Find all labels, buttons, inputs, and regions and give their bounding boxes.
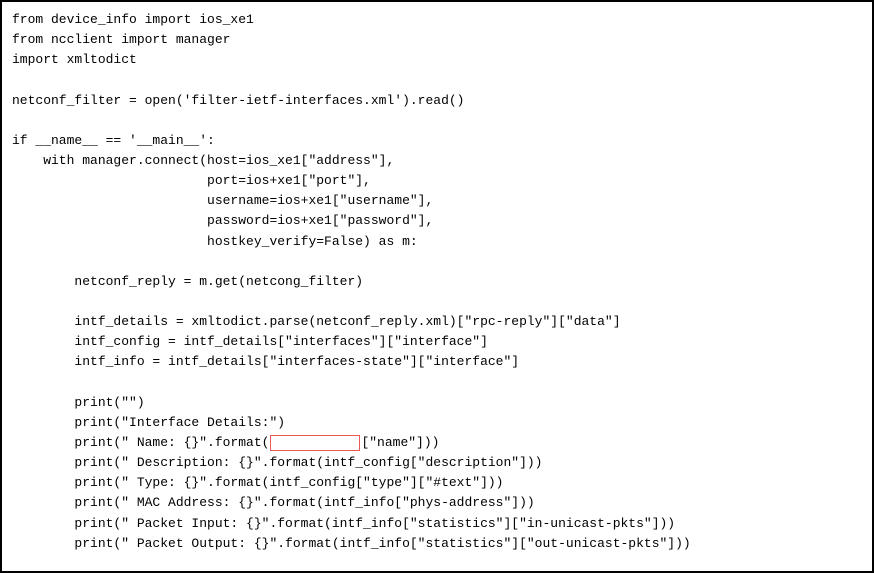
code-block: from device_info import ios_xe1from nccl… [0,0,874,573]
code-line: with manager.connect(host=ios_xe1["addre… [12,151,862,171]
code-line: print(" Name: {}".format( ["name"])) [12,433,862,453]
code-line: intf_details = xmltodict.parse(netconf_r… [12,312,862,332]
code-line: print(" Packet Input: {}".format(intf_in… [12,514,862,534]
code-line: print(" MAC Address: {}".format(intf_inf… [12,493,862,513]
code-line: print(" Type: {}".format(intf_config["ty… [12,473,862,493]
code-text-before: print(" Name: {}".format( [12,433,269,453]
code-line: intf_info = intf_details["interfaces-sta… [12,352,862,372]
code-line: from ncclient import manager [12,30,862,50]
code-line: if __name__ == '__main__': [12,131,862,151]
code-line: password=ios+xe1["password"], [12,211,862,231]
code-line: netconf_filter = open('filter-ietf-inter… [12,91,862,111]
code-line [12,373,862,393]
code-line: netconf_reply = m.get(netcong_filter) [12,272,862,292]
code-line: print(" Packet Output: {}".format(intf_i… [12,534,862,554]
code-text-after: ["name"])) [361,433,439,453]
code-line: intf_config = intf_details["interfaces"]… [12,332,862,352]
code-line: print("") [12,393,862,413]
code-line: from device_info import ios_xe1 [12,10,862,30]
code-line: username=ios+xe1["username"], [12,191,862,211]
code-line [12,70,862,90]
code-line: import xmltodict [12,50,862,70]
code-line: hostkey_verify=False) as m: [12,232,862,252]
code-line: port=ios+xe1["port"], [12,171,862,191]
code-line: print(" Description: {}".format(intf_con… [12,453,862,473]
code-line [12,292,862,312]
code-line: print("Interface Details:") [12,413,862,433]
code-line [12,252,862,272]
code-line [12,111,862,131]
highlight-input-box[interactable] [270,435,360,451]
